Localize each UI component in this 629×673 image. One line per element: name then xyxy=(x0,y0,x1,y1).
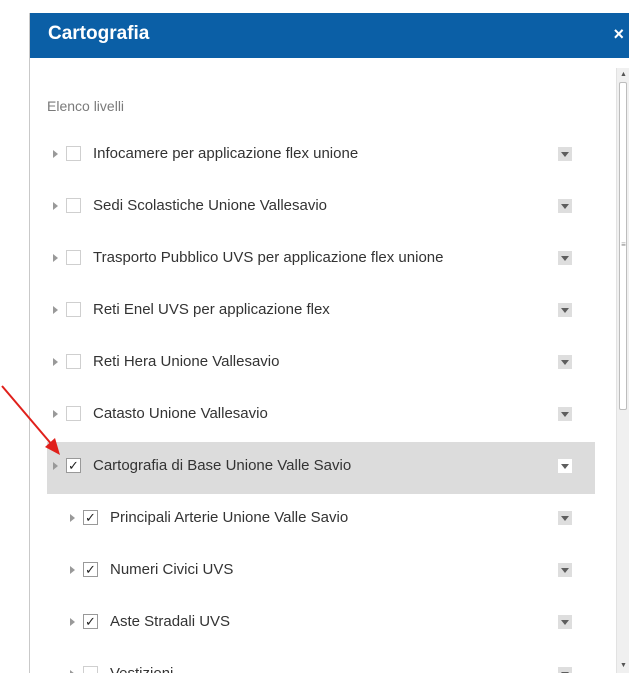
layer-row[interactable]: Vestizioni xyxy=(47,650,595,673)
layer-checkbox[interactable] xyxy=(66,250,81,265)
layer-checkbox[interactable] xyxy=(66,302,81,317)
layer-checkbox[interactable] xyxy=(66,354,81,369)
expand-arrow-icon[interactable] xyxy=(53,410,58,418)
layer-label: Trasporto Pubblico UVS per applicazione … xyxy=(93,249,444,266)
expand-arrow-icon[interactable] xyxy=(53,254,58,262)
layer-menu-dropdown-icon[interactable] xyxy=(558,407,572,421)
layer-row[interactable]: Reti Hera Unione Vallesavio xyxy=(47,338,595,390)
layer-menu-dropdown-icon[interactable] xyxy=(558,563,572,577)
scroll-up-icon[interactable]: ▲ xyxy=(617,68,629,82)
layer-label: Catasto Unione Vallesavio xyxy=(93,405,268,422)
layer-row[interactable]: Sedi Scolastiche Unione Vallesavio xyxy=(47,182,595,234)
checkmark-icon: ✓ xyxy=(85,614,96,629)
layer-checkbox[interactable] xyxy=(66,146,81,161)
layer-label: Principali Arterie Unione Valle Savio xyxy=(110,509,349,526)
layer-label: Reti Enel UVS per applicazione flex xyxy=(93,301,330,318)
layer-row[interactable]: Reti Enel UVS per applicazione flex xyxy=(47,286,595,338)
layer-menu-dropdown-icon[interactable] xyxy=(558,615,572,629)
layer-menu-dropdown-icon[interactable] xyxy=(558,199,572,213)
checkmark-icon: ✓ xyxy=(85,562,96,577)
layer-list-header: Elenco livelli xyxy=(47,98,125,114)
expand-arrow-icon[interactable] xyxy=(70,618,75,626)
layer-menu-dropdown-icon[interactable] xyxy=(558,303,572,317)
layer-checkbox[interactable]: ✓ xyxy=(83,614,98,629)
panel-title-bar: Cartografia × xyxy=(30,13,629,58)
layer-menu-dropdown-icon[interactable] xyxy=(558,355,572,369)
layer-checkbox[interactable] xyxy=(66,198,81,213)
layer-row[interactable]: Infocamere per applicazione flex unione xyxy=(47,130,595,182)
expand-arrow-icon[interactable] xyxy=(53,358,58,366)
layer-row[interactable]: ✓ Cartografia di Base Unione Valle Savio xyxy=(47,442,595,494)
panel-title: Cartografia xyxy=(48,23,150,44)
layer-menu-dropdown-icon[interactable] xyxy=(558,667,572,673)
cartografia-panel: Cartografia × Elenco livelli Infocamere … xyxy=(29,13,629,673)
layer-checkbox[interactable]: ✓ xyxy=(83,562,98,577)
grip-icon: ≡ xyxy=(621,240,626,249)
expand-arrow-icon[interactable] xyxy=(70,566,75,574)
checkmark-icon: ✓ xyxy=(68,458,79,473)
layer-label: Infocamere per applicazione flex unione xyxy=(93,145,359,162)
layer-checkbox[interactable] xyxy=(66,406,81,421)
layer-menu-dropdown-icon[interactable] xyxy=(558,147,572,161)
expand-arrow-icon[interactable] xyxy=(53,306,58,314)
layer-label: Sedi Scolastiche Unione Vallesavio xyxy=(93,197,328,214)
layer-row[interactable]: Catasto Unione Vallesavio xyxy=(47,390,595,442)
layer-checkbox[interactable] xyxy=(83,666,98,673)
expand-arrow-icon[interactable] xyxy=(70,514,75,522)
checkmark-icon: ✓ xyxy=(85,510,96,525)
vertical-scrollbar[interactable]: ▲ ≡ ▼ xyxy=(616,68,629,673)
layer-label: Vestizioni xyxy=(110,665,173,673)
expand-arrow-icon[interactable] xyxy=(53,462,58,470)
expand-arrow-icon[interactable] xyxy=(53,202,58,210)
layer-row[interactable]: Trasporto Pubblico UVS per applicazione … xyxy=(47,234,595,286)
layer-menu-dropdown-icon[interactable] xyxy=(558,511,572,525)
expand-arrow-icon[interactable] xyxy=(53,150,58,158)
layer-menu-dropdown-icon[interactable] xyxy=(558,459,572,473)
layer-label: Reti Hera Unione Vallesavio xyxy=(93,353,280,370)
layer-label: Numeri Civici UVS xyxy=(110,561,234,578)
layer-checkbox[interactable]: ✓ xyxy=(83,510,98,525)
scroll-down-icon[interactable]: ▼ xyxy=(617,659,629,673)
layer-list: Elenco livelli Infocamere per applicazio… xyxy=(30,58,616,673)
layer-menu-dropdown-icon[interactable] xyxy=(558,251,572,265)
layer-row[interactable]: ✓ Aste Stradali UVS xyxy=(47,598,595,650)
scrollbar-thumb[interactable]: ≡ xyxy=(619,82,627,410)
layer-label: Aste Stradali UVS xyxy=(110,613,231,630)
close-icon[interactable]: × xyxy=(613,25,624,43)
layer-row[interactable]: ✓ Numeri Civici UVS xyxy=(47,546,595,598)
layer-label: Cartografia di Base Unione Valle Savio xyxy=(93,457,352,474)
layer-row[interactable]: ✓ Principali Arterie Unione Valle Savio xyxy=(47,494,595,546)
layer-checkbox[interactable]: ✓ xyxy=(66,458,81,473)
